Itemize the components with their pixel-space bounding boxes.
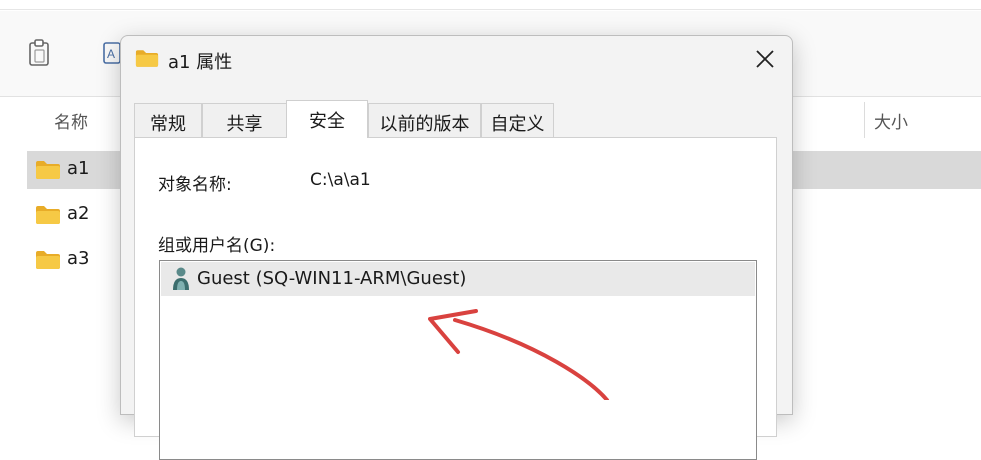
close-icon <box>756 50 774 68</box>
svg-text:A: A <box>107 47 115 61</box>
user-icon <box>171 266 191 296</box>
group-or-user-label: 组或用户名(G): <box>158 236 276 256</box>
file-row-label: a3 <box>67 248 90 269</box>
object-name-value: C:\a\a1 <box>310 170 371 190</box>
object-name-label: 对象名称: <box>158 175 232 195</box>
column-separator[interactable] <box>864 102 865 138</box>
file-row-label: a1 <box>67 158 90 179</box>
properties-dialog: a1 属性 常规 共享 安全 以前的版本 自定义 对象名称: C:\a\a1 组… <box>120 35 793 460</box>
tab-customize[interactable]: 自定义 <box>481 103 554 137</box>
tab-sharing[interactable]: 共享 <box>202 103 287 137</box>
file-row-label: a2 <box>67 203 90 224</box>
folder-icon <box>135 49 159 72</box>
clipboard-icon[interactable] <box>26 39 52 71</box>
explorer-top-band <box>0 0 981 10</box>
user-name: Guest (SQ-WIN11-ARM\Guest) <box>197 268 467 289</box>
rename-icon[interactable]: A <box>103 42 121 68</box>
tab-security[interactable]: 安全 <box>286 100 368 138</box>
dialog-titlebar[interactable]: a1 属性 <box>121 36 792 82</box>
close-button[interactable] <box>748 42 782 76</box>
user-list-item[interactable]: Guest (SQ-WIN11-ARM\Guest) <box>161 262 755 296</box>
folder-icon <box>35 205 61 229</box>
dialog-title: a1 属性 <box>168 52 233 73</box>
user-listbox[interactable]: Guest (SQ-WIN11-ARM\Guest) <box>159 260 757 460</box>
tab-general[interactable]: 常规 <box>134 103 202 137</box>
security-panel: 对象名称: C:\a\a1 组或用户名(G): Guest (SQ-WIN11-… <box>134 137 777 460</box>
column-header-name[interactable]: 名称 <box>54 108 88 133</box>
folder-icon <box>35 250 61 274</box>
column-header-size[interactable]: 大小 <box>874 108 908 133</box>
tab-previous-versions[interactable]: 以前的版本 <box>368 103 481 137</box>
folder-icon <box>35 160 61 184</box>
